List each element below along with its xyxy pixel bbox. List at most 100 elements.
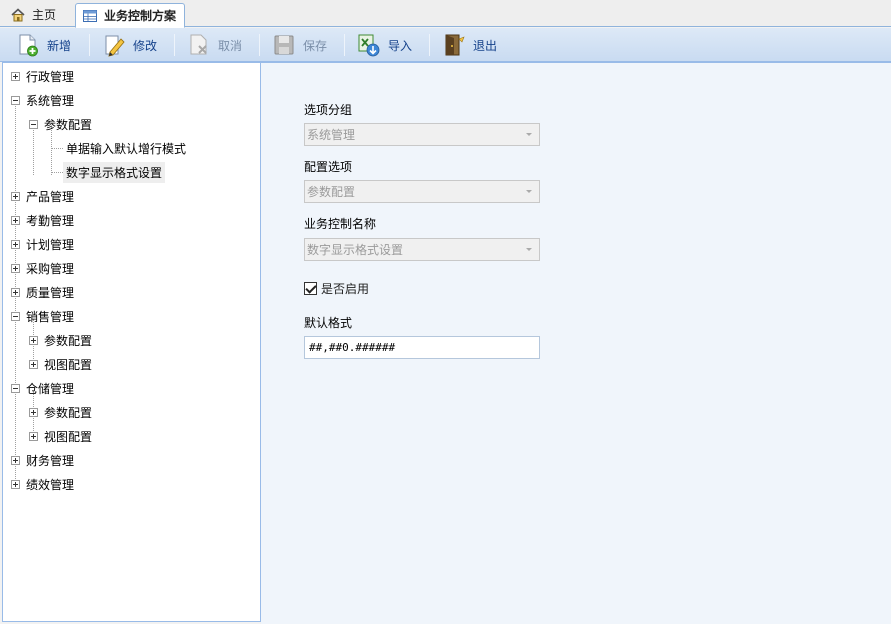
new-document-icon — [16, 33, 40, 57]
tree-node[interactable]: 计划管理 — [11, 233, 77, 255]
enabled-checkbox-row[interactable]: 是否启用 — [304, 279, 369, 297]
tree-connector — [51, 172, 63, 173]
default-format-input[interactable] — [304, 336, 540, 359]
tree-node-label: 质量管理 — [26, 285, 75, 300]
import-excel-icon — [357, 33, 381, 57]
collapse-minus-icon[interactable] — [11, 95, 20, 105]
save-button[interactable]: 保存 — [272, 31, 327, 59]
toolbar-separator — [259, 34, 260, 56]
tree-node[interactable]: 参数配置 — [29, 113, 95, 135]
edit-button-label: 修改 — [133, 38, 158, 53]
collapse-minus-icon[interactable] — [11, 311, 20, 321]
group-select-value: 系统管理 — [307, 128, 356, 142]
cancel-button-label: 取消 — [218, 38, 243, 53]
expand-plus-icon[interactable] — [11, 239, 20, 249]
dropdown-arrow-icon — [526, 248, 532, 251]
tree-node[interactable]: 系统管理 — [11, 89, 77, 111]
tree-node-label: 参数配置 — [44, 405, 93, 420]
save-disk-icon — [272, 33, 296, 57]
exit-button[interactable]: 退出 — [442, 31, 497, 59]
expand-plus-icon[interactable] — [11, 215, 20, 225]
tree-node[interactable]: 参数配置 — [29, 401, 95, 423]
edit-button[interactable]: 修改 — [102, 31, 157, 59]
save-button-label: 保存 — [303, 38, 328, 53]
enabled-checkbox[interactable] — [304, 281, 317, 295]
tree-node-label: 参数配置 — [44, 117, 93, 132]
dropdown-arrow-icon — [526, 190, 532, 193]
option-select[interactable]: 参数配置 — [304, 180, 540, 203]
tree-node-selected[interactable]: 数字显示格式设置 — [63, 161, 166, 183]
settings-form: 选项分组 系统管理 配置选项 参数配置 业务控制名称 数字显示格式设置 是否启用… — [261, 62, 891, 624]
expand-plus-icon[interactable] — [11, 479, 20, 489]
tree-node-label: 仓储管理 — [26, 381, 75, 396]
dropdown-arrow-icon — [526, 133, 532, 136]
default-format-label: 默认格式 — [304, 316, 353, 330]
tab-business-control[interactable]: 业务控制方案 — [75, 3, 186, 28]
tree-node[interactable]: 产品管理 — [11, 185, 77, 207]
option-select-value: 参数配置 — [307, 185, 356, 199]
tree-node[interactable]: 视图配置 — [29, 353, 95, 375]
cancel-document-icon — [187, 33, 211, 57]
expand-plus-icon[interactable] — [29, 359, 38, 369]
tree-node[interactable]: 单据输入默认增行模式 — [63, 137, 189, 159]
new-button[interactable]: 新增 — [16, 31, 71, 59]
expand-plus-icon[interactable] — [29, 335, 38, 345]
control-name-select-value: 数字显示格式设置 — [307, 243, 404, 257]
tree-node[interactable]: 质量管理 — [11, 281, 77, 303]
table-icon — [82, 8, 98, 24]
toolbar: 新增 修改 取消 保存 导入 退出 — [0, 28, 891, 62]
tree-node-label: 绩效管理 — [26, 477, 75, 492]
tree-node[interactable]: 仓储管理 — [11, 377, 77, 399]
tree-node[interactable]: 采购管理 — [11, 257, 77, 279]
tree-node[interactable]: 参数配置 — [29, 329, 95, 351]
toolbar-separator — [344, 34, 345, 56]
expand-plus-icon[interactable] — [11, 263, 20, 273]
tree-node-label: 产品管理 — [26, 189, 75, 204]
tree-node-label: 参数配置 — [44, 333, 93, 348]
control-name-select[interactable]: 数字显示格式设置 — [304, 238, 540, 261]
collapse-minus-icon[interactable] — [11, 383, 20, 393]
toolbar-separator — [429, 34, 430, 56]
tree-node-label: 数字显示格式设置 — [63, 161, 166, 183]
tree-node[interactable]: 绩效管理 — [11, 473, 77, 495]
expand-plus-icon[interactable] — [29, 431, 38, 441]
expand-plus-icon[interactable] — [11, 71, 20, 81]
tab-business-control-label: 业务控制方案 — [104, 8, 177, 23]
group-label: 选项分组 — [304, 103, 353, 117]
tree-node[interactable]: 视图配置 — [29, 425, 95, 447]
home-icon — [10, 7, 26, 23]
tree-node-label: 行政管理 — [26, 69, 75, 84]
enabled-label: 是否启用 — [321, 281, 370, 296]
tree-node-label: 视图配置 — [44, 357, 93, 372]
tree-node-label: 系统管理 — [26, 93, 75, 108]
toolbar-separator — [89, 34, 90, 56]
tree-node-label: 视图配置 — [44, 429, 93, 444]
exit-button-label: 退出 — [473, 38, 498, 53]
tree-node[interactable]: 考勤管理 — [11, 209, 77, 231]
tree-node[interactable]: 财务管理 — [11, 449, 77, 471]
tree-node-label: 考勤管理 — [26, 213, 75, 228]
cancel-button[interactable]: 取消 — [187, 31, 242, 59]
tree-connector — [51, 148, 63, 149]
expand-plus-icon[interactable] — [11, 191, 20, 201]
control-name-label: 业务控制名称 — [304, 217, 377, 231]
toolbar-separator — [174, 34, 175, 56]
tree-node[interactable]: 销售管理 — [11, 305, 77, 327]
expand-plus-icon[interactable] — [11, 455, 20, 465]
collapse-minus-icon[interactable] — [29, 119, 38, 129]
expand-plus-icon[interactable] — [11, 287, 20, 297]
tree-node-label: 单据输入默认增行模式 — [66, 141, 187, 156]
tree-node-label: 财务管理 — [26, 453, 75, 468]
import-button-label: 导入 — [388, 38, 413, 53]
new-button-label: 新增 — [47, 38, 72, 53]
tree-node-label: 销售管理 — [26, 309, 75, 324]
tab-home[interactable]: 主页 — [4, 3, 64, 27]
expand-plus-icon[interactable] — [29, 407, 38, 417]
category-tree: 行政管理 系统管理 参数配置 单据输入默认增行模式 数字显示格式设置 产品管理 … — [2, 62, 261, 622]
tree-node-label: 计划管理 — [26, 237, 75, 252]
group-select[interactable]: 系统管理 — [304, 123, 540, 146]
tab-bar: 主页 业务控制方案 — [0, 0, 891, 28]
import-button[interactable]: 导入 — [357, 31, 412, 59]
exit-door-icon — [442, 33, 466, 57]
tree-node[interactable]: 行政管理 — [11, 65, 77, 87]
